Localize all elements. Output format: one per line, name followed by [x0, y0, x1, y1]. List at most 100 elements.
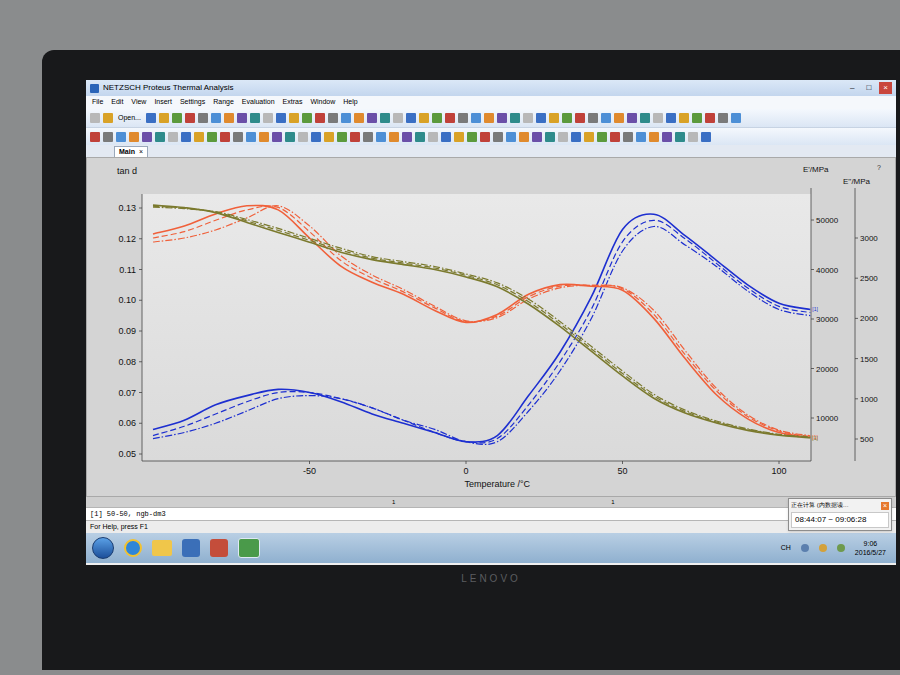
toolbar-button-icon[interactable] [220, 132, 230, 142]
toolbar-button-icon[interactable] [480, 132, 490, 142]
menu-item[interactable]: View [131, 97, 146, 108]
toolbar-button-icon[interactable] [441, 132, 451, 142]
cursor-mark[interactable]: 1 [392, 498, 395, 507]
toolbar-button-icon[interactable] [142, 132, 152, 142]
toolbar-button-icon[interactable] [376, 132, 386, 142]
toolbar-button-icon[interactable] [458, 113, 468, 123]
toolbar-button-icon[interactable] [705, 113, 715, 123]
tray-icon[interactable] [819, 544, 827, 552]
toolbar-button-icon[interactable] [497, 113, 507, 123]
toolbar-button-icon[interactable] [471, 113, 481, 123]
toolbar-button-icon[interactable] [233, 132, 243, 142]
menu-item[interactable]: Insert [154, 97, 172, 108]
tab[interactable]: Main× [114, 146, 148, 157]
toolbar-button-icon[interactable] [558, 132, 568, 142]
toolbar-button-icon[interactable] [103, 113, 113, 123]
toolbar-button-icon[interactable] [224, 113, 234, 123]
toolbar-button-icon[interactable] [337, 132, 347, 142]
toolbar-button-icon[interactable] [185, 113, 195, 123]
toolbar-button-icon[interactable] [662, 132, 672, 142]
series-line[interactable] [153, 205, 810, 438]
toolbar-button-icon[interactable] [701, 132, 711, 142]
tray-icon[interactable] [837, 544, 845, 552]
toolbar-button-icon[interactable] [315, 113, 325, 123]
series-line[interactable] [153, 214, 810, 442]
toolbar-button-icon[interactable] [627, 113, 637, 123]
menu-item[interactable]: Edit [111, 97, 123, 108]
toolbar-button-icon[interactable] [666, 113, 676, 123]
open-button[interactable]: Open... [116, 113, 143, 124]
toolbar-button-icon[interactable] [406, 113, 416, 123]
toolbar-button-icon[interactable] [363, 132, 373, 142]
toolbar-button-icon[interactable] [90, 113, 100, 123]
toolbar-button-icon[interactable] [493, 132, 503, 142]
menu-item[interactable]: Range [213, 97, 234, 108]
toolbar-button-icon[interactable] [285, 132, 295, 142]
menu-item[interactable]: Help [343, 97, 357, 108]
cursor-mark[interactable]: 1 [611, 498, 614, 507]
toolbar-button-icon[interactable] [159, 113, 169, 123]
toolbar-button-icon[interactable] [155, 132, 165, 142]
toolbar-button-icon[interactable] [536, 113, 546, 123]
toolbar-button-icon[interactable] [428, 132, 438, 142]
toolbar-button-icon[interactable] [415, 132, 425, 142]
toolbar-button-icon[interactable] [432, 113, 442, 123]
toolbar-button-icon[interactable] [246, 132, 256, 142]
toolbar-button-icon[interactable] [103, 132, 113, 142]
series-line[interactable] [153, 226, 810, 444]
toolbar-button-icon[interactable] [402, 132, 412, 142]
toolbar-button-icon[interactable] [311, 132, 321, 142]
toolbar-button-icon[interactable] [575, 113, 585, 123]
toolbar-button-icon[interactable] [653, 113, 663, 123]
toolbar-button-icon[interactable] [354, 113, 364, 123]
toolbar-button-icon[interactable] [510, 113, 520, 123]
toolbar-button-icon[interactable] [172, 113, 182, 123]
toolbar-button-icon[interactable] [181, 132, 191, 142]
toolbar-button-icon[interactable] [506, 132, 516, 142]
toolbar-button-icon[interactable] [90, 132, 100, 142]
window-control[interactable]: – [846, 82, 858, 94]
toolbar-button-icon[interactable] [259, 132, 269, 142]
toolbar-button-icon[interactable] [276, 113, 286, 123]
toolbar-button-icon[interactable] [146, 113, 156, 123]
series-line[interactable] [153, 206, 810, 437]
toolbar-button-icon[interactable] [601, 113, 611, 123]
toolbar-button-icon[interactable] [588, 113, 598, 123]
toolbar-button-icon[interactable] [324, 132, 334, 142]
toolbar-button-icon[interactable] [367, 113, 377, 123]
toolbar-button-icon[interactable] [679, 113, 689, 123]
toolbar-button-icon[interactable] [571, 132, 581, 142]
toolbar-button-icon[interactable] [298, 132, 308, 142]
toolbar-button-icon[interactable] [584, 132, 594, 142]
series-line[interactable] [153, 206, 810, 437]
toolbar-button-icon[interactable] [445, 113, 455, 123]
app-icon[interactable] [182, 539, 200, 557]
clock[interactable]: 9:062016/5/27 [855, 539, 890, 557]
toolbar-button-icon[interactable] [688, 132, 698, 142]
menu-item[interactable]: File [92, 97, 103, 108]
toolbar-button-icon[interactable] [718, 113, 728, 123]
menu-item[interactable]: Extras [283, 97, 303, 108]
series-line[interactable] [153, 207, 810, 437]
toolbar-button-icon[interactable] [237, 113, 247, 123]
toolbar-button-icon[interactable] [289, 113, 299, 123]
menu-item[interactable]: Settings [180, 97, 205, 108]
toolbar-button-icon[interactable] [129, 132, 139, 142]
toolbar-button-icon[interactable] [207, 132, 217, 142]
language-indicator[interactable]: CH [781, 543, 791, 554]
toolbar-button-icon[interactable] [272, 132, 282, 142]
toolbar-button-icon[interactable] [549, 113, 559, 123]
start-orb-icon[interactable] [92, 537, 114, 559]
toolbar-button-icon[interactable] [302, 113, 312, 123]
thermal-app-icon[interactable] [238, 538, 260, 558]
toolbar-button-icon[interactable] [341, 113, 351, 123]
toolbar-button-icon[interactable] [168, 132, 178, 142]
toolbar-button-icon[interactable] [614, 113, 624, 123]
toolbar-button-icon[interactable] [649, 132, 659, 142]
toolbar-button-icon[interactable] [454, 132, 464, 142]
menu-item[interactable]: Evaluation [242, 97, 275, 108]
toolbar-button-icon[interactable] [198, 113, 208, 123]
tray-icon[interactable] [801, 544, 809, 552]
toolbar-button-icon[interactable] [692, 113, 702, 123]
toolbar-button-icon[interactable] [597, 132, 607, 142]
